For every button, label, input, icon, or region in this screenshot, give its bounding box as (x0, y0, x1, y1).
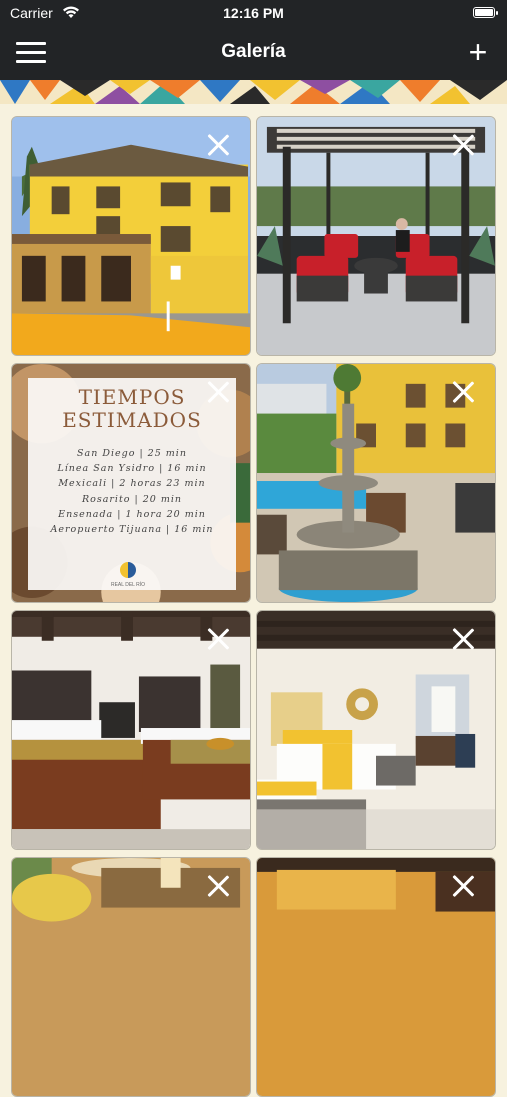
poster-logo-text: REAL DEL RÍO (110, 582, 146, 588)
decorative-pattern-banner (0, 80, 507, 104)
travel-time-item: Ensenada | 1 hora 20 min (58, 508, 206, 520)
close-icon[interactable] (451, 874, 475, 898)
add-photo-button[interactable]: + (465, 36, 491, 68)
gallery-item[interactable] (256, 610, 496, 850)
close-icon[interactable] (451, 627, 475, 651)
travel-time-item: San Diego | 25 min (77, 448, 187, 459)
gallery-item[interactable] (11, 857, 251, 1097)
travel-time-item: Mexicali | 2 horas 23 min (58, 478, 206, 490)
gallery-item[interactable] (11, 116, 251, 356)
gallery-item[interactable] (256, 857, 496, 1097)
gallery-item[interactable] (256, 363, 496, 603)
close-icon[interactable] (451, 380, 475, 404)
gallery-item[interactable] (11, 610, 251, 850)
close-icon[interactable] (206, 874, 230, 898)
tiempos-estimados-poster: TIEMPOS ESTIMADOS San Diego | 25 min Lín… (28, 378, 236, 590)
travel-time-item: Rosarito | 20 min (81, 493, 183, 505)
travel-time-item: Aeropuerto Tijuana | 16 min (50, 524, 214, 536)
close-icon[interactable] (206, 380, 230, 404)
photo-gallery-grid: TIEMPOS ESTIMADOS San Diego | 25 min Lín… (0, 104, 507, 1097)
gallery-item[interactable] (256, 116, 496, 356)
status-bar: Carrier 12:16 PM (0, 0, 507, 26)
navigation-bar: Galería + (0, 26, 507, 80)
clock: 12:16 PM (223, 5, 284, 21)
battery-icon (473, 7, 498, 18)
gallery-item[interactable]: TIEMPOS ESTIMADOS San Diego | 25 min Lín… (11, 363, 251, 603)
hotel-logo-icon (120, 562, 136, 578)
close-icon[interactable] (451, 133, 475, 157)
travel-times-list: San Diego | 25 min Línea San Ysidro | 16… (28, 446, 236, 537)
close-icon[interactable] (206, 133, 230, 157)
poster-title: TIEMPOS ESTIMADOS (62, 385, 202, 432)
page-title: Galería (221, 41, 286, 62)
travel-time-item: Línea San Ysidro | 16 min (57, 463, 207, 475)
close-icon[interactable] (206, 627, 230, 651)
